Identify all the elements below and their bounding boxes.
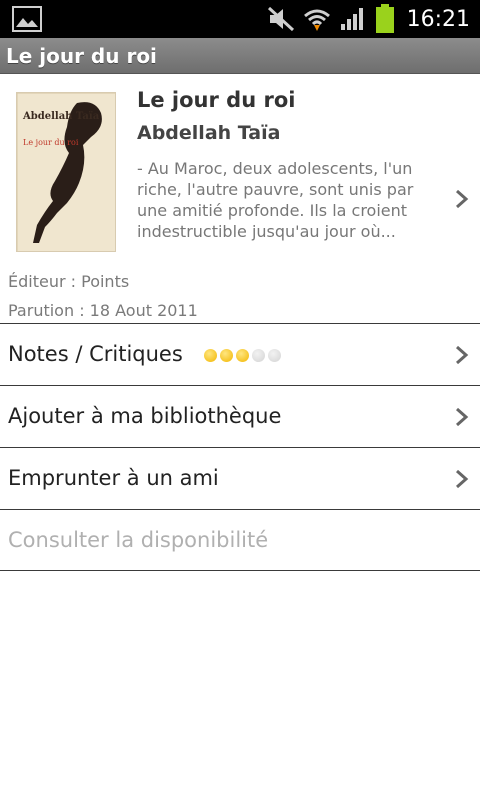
action-list: Notes / Critiques Ajouter à ma bibliothè… — [0, 323, 480, 571]
signal-icon — [339, 6, 367, 32]
book-cover[interactable]: Abdellah Taïa Le jour du roi — [16, 92, 116, 252]
chevron-right-icon — [454, 406, 470, 428]
row-label: Ajouter à ma bibliothèque — [8, 404, 282, 428]
chevron-right-icon — [454, 468, 470, 490]
book-title: Le jour du roi — [137, 88, 296, 112]
book-summary[interactable]: - Au Maroc, deux adolescents, l'un riche… — [137, 158, 445, 242]
book-editor: Éditeur : Points — [8, 272, 130, 291]
rating-dot-filled — [236, 349, 249, 362]
title-bar: Le jour du roi — [0, 38, 480, 74]
rating-dot-empty — [252, 349, 265, 362]
book-author: Abdellah Taïa — [137, 122, 281, 144]
cover-author-text: Abdellah Taïa — [22, 111, 100, 122]
cover-title-text: Le jour du roi — [23, 138, 79, 147]
chevron-right-icon[interactable] — [454, 188, 470, 210]
chevron-right-icon — [454, 344, 470, 366]
row-add-to-library[interactable]: Ajouter à ma bibliothèque — [0, 385, 480, 447]
gallery-icon — [12, 6, 42, 32]
rating-dots — [204, 349, 284, 362]
row-label: Emprunter à un ami — [8, 466, 219, 490]
status-bar: 16:21 — [0, 0, 480, 38]
row-check-availability: Consulter la disponibilité — [0, 509, 480, 571]
book-header: Abdellah Taïa Le jour du roi Le jour du … — [0, 74, 480, 324]
rating-dot-filled — [204, 349, 217, 362]
battery-icon — [375, 4, 395, 34]
row-label: Notes / Critiques — [8, 342, 183, 366]
mute-icon — [267, 6, 295, 32]
row-notes-critiques[interactable]: Notes / Critiques — [0, 323, 480, 385]
row-label: Consulter la disponibilité — [8, 528, 269, 552]
row-borrow-from-friend[interactable]: Emprunter à un ami — [0, 447, 480, 509]
rating-dot-empty — [268, 349, 281, 362]
rating-dot-filled — [220, 349, 233, 362]
status-time: 16:21 — [406, 6, 470, 32]
book-release-date: Parution : 18 Aout 2011 — [8, 301, 198, 320]
wifi-icon — [303, 6, 331, 32]
page-title: Le jour du roi — [6, 44, 157, 68]
